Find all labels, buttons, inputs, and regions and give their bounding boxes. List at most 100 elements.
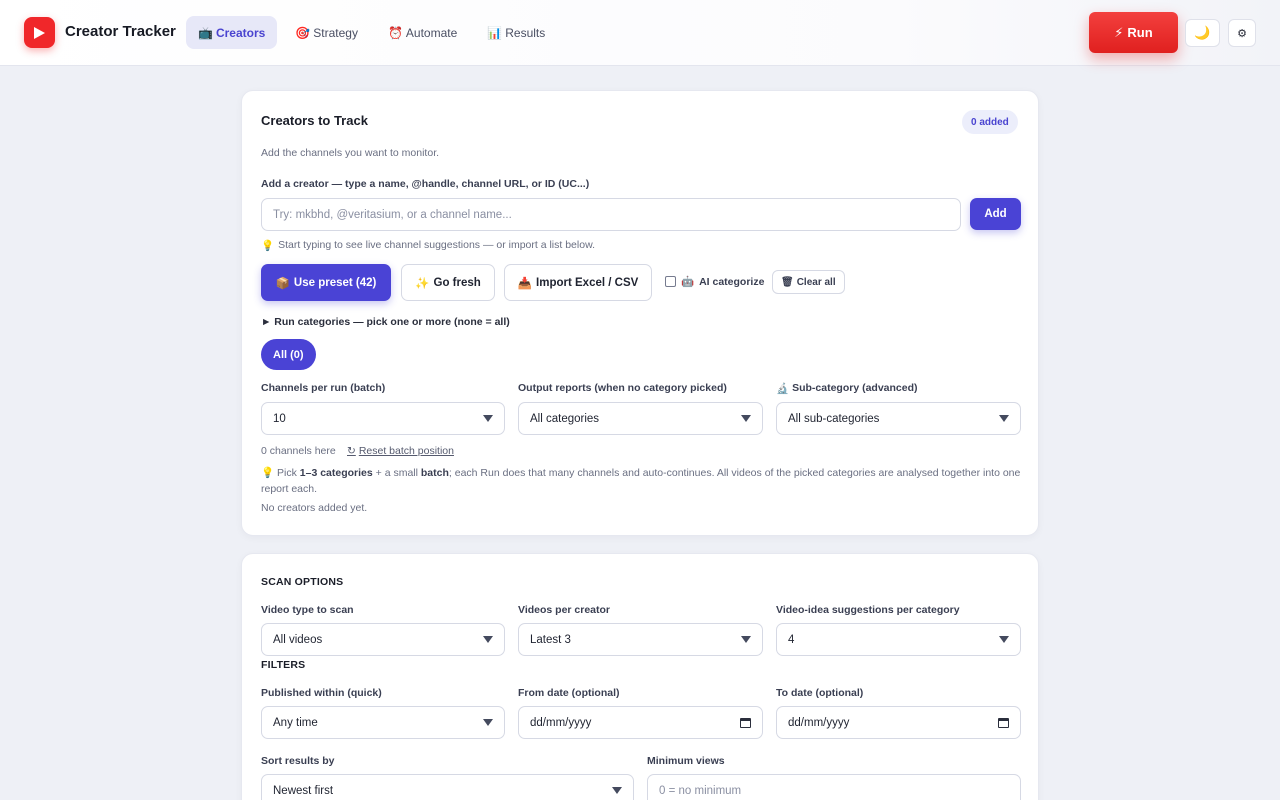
output-select[interactable]: All categories: [518, 402, 763, 435]
ai-categorize-checkbox[interactable]: [665, 276, 676, 287]
tip-bold-batch: batch: [420, 467, 449, 479]
input-placeholder: Try: mkbhd, @veritasium, or a channel na…: [273, 208, 512, 221]
creators-card: Creators to Track 0 added Add the channe…: [241, 90, 1039, 536]
clear-all-button[interactable]: 🗑 Clear all: [772, 270, 845, 294]
run-button[interactable]: ⚡ Run: [1089, 12, 1178, 53]
from-date-input[interactable]: dd/mm/yyyy: [518, 706, 763, 739]
top-bar: Creator Tracker 📺 Creators 🎯 Strategy ⏰ …: [0, 0, 1280, 66]
scan-options-card: SCAN OPTIONS Video type to scan All vide…: [241, 553, 1039, 800]
theme-toggle-button[interactable]: 🌙: [1185, 19, 1220, 47]
lightbulb-icon: 💡: [261, 240, 275, 252]
import-label: Import Excel / CSV: [536, 276, 639, 289]
ai-categorize-label: AI categorize: [699, 275, 765, 288]
category-pill-all[interactable]: All (0): [261, 339, 316, 370]
run-label: Run: [1127, 25, 1153, 40]
tab-results[interactable]: 📊 Results: [475, 16, 557, 49]
subcategory-label-text: Sub-category (advanced): [792, 382, 918, 394]
input-hint: 💡 Start typing to see live channel sugge…: [261, 239, 595, 252]
chevron-down-icon: [999, 636, 1009, 643]
reset-icon: ↻: [347, 445, 356, 457]
videos-per-creator-value: Latest 3: [530, 633, 571, 646]
import-csv-button[interactable]: 📥 Import Excel / CSV: [504, 264, 652, 301]
play-icon: [34, 26, 45, 39]
tab-creators[interactable]: 📺 Creators: [186, 16, 278, 49]
batch-select[interactable]: 10: [261, 402, 505, 435]
preset-label: Use preset (42): [293, 276, 377, 289]
from-date-label: From date (optional): [518, 687, 620, 699]
go-fresh-button[interactable]: ✨ Go fresh: [401, 264, 495, 301]
tip-pre: Pick: [277, 467, 300, 479]
minimum-views-input[interactable]: 0 = no minimum: [647, 774, 1021, 800]
add-creator-button[interactable]: Add: [970, 198, 1021, 230]
app-logo: [24, 17, 55, 48]
tip-mid: + a small: [372, 467, 421, 479]
sort-by-value: Newest first: [273, 784, 334, 797]
output-label: Output reports (when no category picked): [518, 382, 727, 394]
videos-per-creator-label: Videos per creator: [518, 604, 611, 616]
card-subtitle: Add the channels you want to monitor.: [261, 147, 440, 159]
card-title: Creators to Track: [261, 113, 368, 128]
minimum-views-placeholder: 0 = no minimum: [659, 784, 742, 797]
subcategory-value: All sub-categories: [788, 412, 880, 425]
video-type-value: All videos: [273, 633, 323, 646]
output-value: All categories: [530, 412, 600, 425]
idea-suggestions-value: 4: [788, 633, 795, 646]
creator-search-input[interactable]: Try: mkbhd, @veritasium, or a channel na…: [261, 198, 961, 231]
batch-tip: 💡 Pick 1–3 categories + a small batch; e…: [261, 466, 1021, 497]
fresh-label: Go fresh: [433, 276, 481, 289]
ai-categorize-toggle[interactable]: 🤖 AI categorize: [665, 275, 764, 288]
clear-all-label: Clear all: [796, 276, 836, 288]
tab-label: Results: [505, 25, 546, 40]
alarm-clock-icon: ⏰: [387, 25, 403, 40]
hint-text: Start typing to see live channel suggest…: [278, 239, 595, 251]
chevron-down-icon: [483, 415, 493, 422]
idea-suggestions-label: Video-idea suggestions per category: [776, 604, 960, 616]
categories-toggle[interactable]: ► Run categories — pick one or more (non…: [261, 316, 510, 328]
video-type-select[interactable]: All videos: [261, 623, 505, 656]
package-icon: 📦: [275, 277, 290, 290]
filters-heading: FILTERS: [261, 659, 306, 671]
microscope-icon: 🔬: [776, 383, 790, 395]
tab-strategy[interactable]: 🎯 Strategy: [283, 16, 370, 49]
channels-count: 0 channels here: [261, 445, 336, 457]
scan-options-heading: SCAN OPTIONS: [261, 576, 344, 588]
sort-by-select[interactable]: Newest first: [261, 774, 634, 800]
add-creator-label: Add a creator — type a name, @handle, ch…: [261, 178, 590, 190]
published-within-select[interactable]: Any time: [261, 706, 505, 739]
calendar-icon[interactable]: [998, 717, 1009, 728]
robot-icon: 🤖: [681, 276, 695, 288]
tip-bold-categories: 1–3 categories: [299, 467, 373, 479]
chevron-down-icon: [612, 787, 622, 794]
to-date-value: dd/mm/yyyy: [788, 716, 850, 729]
sort-by-label: Sort results by: [261, 755, 335, 767]
idea-suggestions-select[interactable]: 4: [776, 623, 1021, 656]
published-within-label: Published within (quick): [261, 687, 382, 699]
empty-state: No creators added yet.: [261, 502, 368, 514]
added-count-badge: 0 added: [962, 110, 1018, 134]
reset-label: Reset batch position: [358, 445, 454, 457]
tab-automate[interactable]: ⏰ Automate: [376, 16, 469, 49]
tab-label: Automate: [405, 25, 458, 40]
gear-icon: ⚙: [1237, 27, 1247, 40]
target-icon: 🎯: [295, 25, 311, 40]
app-title: Creator Tracker: [65, 23, 176, 40]
subcategory-select[interactable]: All sub-categories: [776, 402, 1021, 435]
chevron-down-icon: [741, 636, 751, 643]
to-date-input[interactable]: dd/mm/yyyy: [776, 706, 1021, 739]
batch-value: 10: [273, 412, 286, 425]
published-within-value: Any time: [273, 716, 318, 729]
minimum-views-label: Minimum views: [647, 755, 725, 767]
use-preset-button[interactable]: 📦 Use preset (42): [261, 264, 391, 301]
chevron-down-icon: [483, 719, 493, 726]
calendar-icon[interactable]: [740, 717, 751, 728]
lightbulb-icon: 💡: [261, 467, 275, 479]
videos-per-creator-select[interactable]: Latest 3: [518, 623, 763, 656]
inbox-tray-icon: 📥: [517, 277, 533, 290]
moon-icon: 🌙: [1194, 25, 1211, 40]
settings-button[interactable]: ⚙: [1228, 19, 1256, 47]
batch-label: Channels per run (batch): [261, 382, 386, 394]
trash-icon: 🗑: [781, 276, 794, 288]
reset-batch-link[interactable]: ↻ Reset batch position: [347, 445, 454, 457]
tab-label: Strategy: [313, 25, 358, 40]
subcategory-label: 🔬 Sub-category (advanced): [776, 382, 918, 395]
